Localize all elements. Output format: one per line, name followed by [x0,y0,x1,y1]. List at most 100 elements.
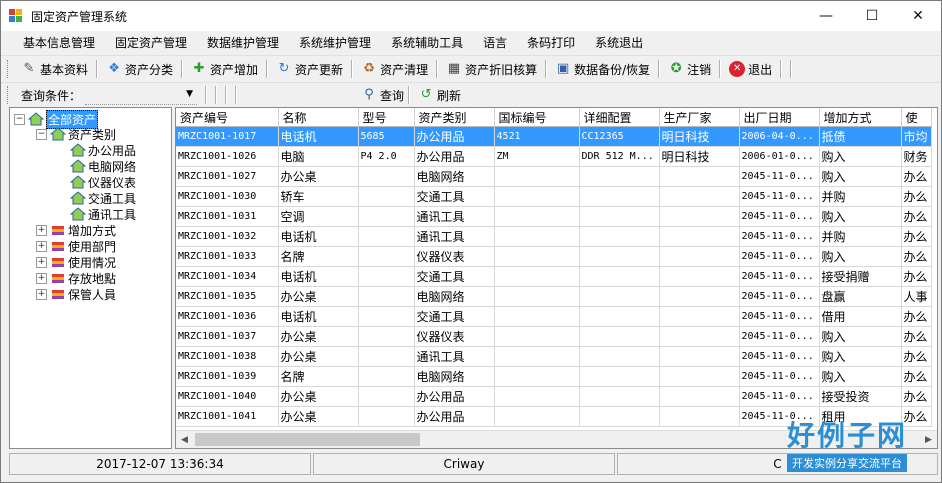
table-row[interactable]: MRZC1001-1033 名牌 仪器仪表 2045-11-0... 购入 办么 [176,246,932,267]
table-row[interactable]: MRZC1001-1039 名牌 电脑网络 2045-11-0... 购入 办么 [176,366,932,387]
column-header[interactable]: 国标编号 [494,108,580,127]
table-row[interactable]: MRZC1001-1017 电话机 5685 办公用品 4521 CC12365 明日科技 2… [176,126,932,147]
collapse-icon[interactable]: − [14,113,25,125]
tree-node-custodian[interactable]: + 保管人員 [36,286,116,302]
chevron-down-icon: ▼ [186,88,194,99]
tree-node-usage[interactable]: + 使用情况 [36,254,116,270]
menu-system-tools[interactable]: 系统辅助工具 [381,31,473,55]
toolbar-grip[interactable] [7,60,11,78]
table-cell: 购入 [819,326,902,347]
table-cell: MRZC1001-1031 [176,206,279,227]
table-cell: 2045-11-0... [739,286,820,307]
category-icon: ❖ [108,61,120,76]
asset-update-button[interactable]: ↻ 资产更新 [272,58,347,80]
asset-category-button[interactable]: ❖ 资产分类 [102,58,177,80]
table-row[interactable]: MRZC1001-1032 电话机 通讯工具 2045-11-0... 并购 办么 [176,226,932,247]
scroll-left-icon[interactable]: ◀ [176,435,193,445]
query-condition-select[interactable]: ▼ [85,86,198,105]
column-header[interactable]: 资产编号 [176,108,279,127]
table-row[interactable]: MRZC1001-1038 办公桌 通讯工具 2045-11-0... 购入 办么 [176,346,932,367]
scrollbar-thumb[interactable] [195,433,420,446]
table-row[interactable]: MRZC1001-1027 办公桌 电脑网络 2045-11-0... 购入 办么 [176,166,932,187]
maximize-button[interactable]: ☐ [849,1,895,31]
menu-barcode-print[interactable]: 条码打印 [517,31,585,55]
column-header[interactable]: 增加方式 [819,108,902,127]
expand-icon[interactable]: + [36,240,47,252]
tree-node-department[interactable]: + 使用部門 [36,238,116,254]
table-cell: 电话机 [278,266,359,287]
table-cell [494,206,580,227]
exit-button[interactable]: ✕ 退出 [725,58,776,80]
search-button[interactable]: ⚲ 查询 [361,87,404,104]
querybar-grip[interactable] [7,86,11,104]
menu-system-exit[interactable]: 系统退出 [585,31,653,55]
table-cell: ZM [494,146,580,167]
table-row[interactable]: MRZC1001-1040 办公桌 办公用品 2045-11-0... 接受投资 办么 [176,386,932,407]
table-cell: 并购 [819,186,902,207]
menu-language[interactable]: 语言 [473,31,517,55]
menu-system-maintenance[interactable]: 系统维护管理 [289,31,381,55]
tree-node-category-child[interactable]: 电脑网络 [69,158,136,174]
tree-node-category-child[interactable]: 通讯工具 [69,206,136,222]
column-header[interactable]: 名称 [278,108,359,127]
scroll-right-icon[interactable]: ▶ [920,435,937,445]
table-row[interactable]: MRZC1001-1031 空调 通讯工具 2045-11-0... 购入 办么 [176,206,932,227]
depreciation-button[interactable]: ▦ 资产折旧核算 [442,58,541,80]
tree-node-category-child[interactable]: 办公用品 [69,142,136,158]
column-header[interactable]: 资产类别 [414,108,495,127]
table-cell: 市均 [901,126,932,147]
column-header[interactable]: 出厂日期 [739,108,820,127]
tree-node-category-child[interactable]: 交通工具 [69,190,136,206]
table-cell: 办么 [901,366,932,387]
table-cell: MRZC1001-1040 [176,386,279,407]
tree-node-category-child[interactable]: 仪器仪表 [69,174,136,190]
column-header[interactable]: 型号 [358,108,415,127]
table-cell [579,206,660,227]
table-cell: 通讯工具 [414,206,495,227]
tree-node-location[interactable]: + 存放地點 [36,270,116,286]
logout-button[interactable]: ✪ 注销 [664,58,715,80]
table-cell: 电脑网络 [414,166,495,187]
asset-add-button[interactable]: ✚ 资产增加 [187,58,262,80]
table-row[interactable]: MRZC1001-1034 电话机 交通工具 2045-11-0... 接受捐赠 办么 [176,266,932,287]
menu-asset-management[interactable]: 固定资产管理 [105,31,197,55]
column-header[interactable]: 使 [901,108,932,127]
table-cell: MRZC1001-1033 [176,246,279,267]
tree-node-asset-category[interactable]: − 资产类别 [36,126,116,142]
expand-icon[interactable]: + [36,256,47,268]
asset-tree[interactable]: − 全部资产 − 资产类别 办公用品 电脑网络 仪器仪表 交通工具 通讯工具 +… [9,107,172,449]
table-row[interactable]: MRZC1001-1030 轿车 交通工具 2045-11-0... 并购 办么 [176,186,932,207]
table-cell [358,386,415,407]
collapse-icon[interactable]: − [36,128,47,140]
expand-icon[interactable]: + [36,272,47,284]
table-cell: MRZC1001-1027 [176,166,279,187]
table-row[interactable]: MRZC1001-1035 办公桌 电脑网络 2045-11-0... 盘赢 人事 [176,286,932,307]
table-cell: 5685 [358,126,415,147]
expand-icon[interactable]: + [36,288,47,300]
menu-basic-info[interactable]: 基本信息管理 [13,31,105,55]
refresh-button[interactable]: ↺ 刷新 [418,87,461,104]
table-row[interactable]: MRZC1001-1037 办公桌 仪器仪表 2045-11-0... 购入 办么 [176,326,932,347]
expand-icon[interactable]: + [36,224,47,236]
column-header[interactable]: 详细配置 [579,108,660,127]
column-header[interactable]: 生产厂家 [659,108,740,127]
close-button[interactable]: ✕ [895,1,941,31]
table-row[interactable]: MRZC1001-1026 电脑 P4 2.0 办公用品 ZM DDR 512 M... 明… [176,146,932,167]
table-cell: MRZC1001-1017 [176,126,279,147]
minimize-button[interactable]: — [803,1,849,31]
backup-restore-button[interactable]: ▣ 数据备份/恢复 [551,58,654,80]
asset-clean-button[interactable]: ♻ 资产清理 [357,58,432,80]
table-cell [494,386,580,407]
logout-person-icon: ✪ [670,61,682,76]
table-cell: 4521 [494,126,580,147]
table-cell: MRZC1001-1032 [176,226,279,247]
table-cell [358,226,415,247]
table-row[interactable]: MRZC1001-1036 电话机 交通工具 2045-11-0... 借用 办么 [176,306,932,327]
table-cell: DDR 512 M... [579,146,660,167]
tree-node-add-method[interactable]: + 增加方式 [36,222,116,238]
table-cell: 2045-11-0... [739,386,820,407]
menu-data-maintenance[interactable]: 数据维护管理 [197,31,289,55]
asset-grid[interactable]: 资产编号 名称 型号 资产类别 国标编号 详细配置 生产厂家 出厂日期 增加方式使 MRZC10… [175,107,938,449]
basic-info-button[interactable]: ✎ 基本资料 [17,58,92,80]
table-cell: 借用 [819,306,902,327]
